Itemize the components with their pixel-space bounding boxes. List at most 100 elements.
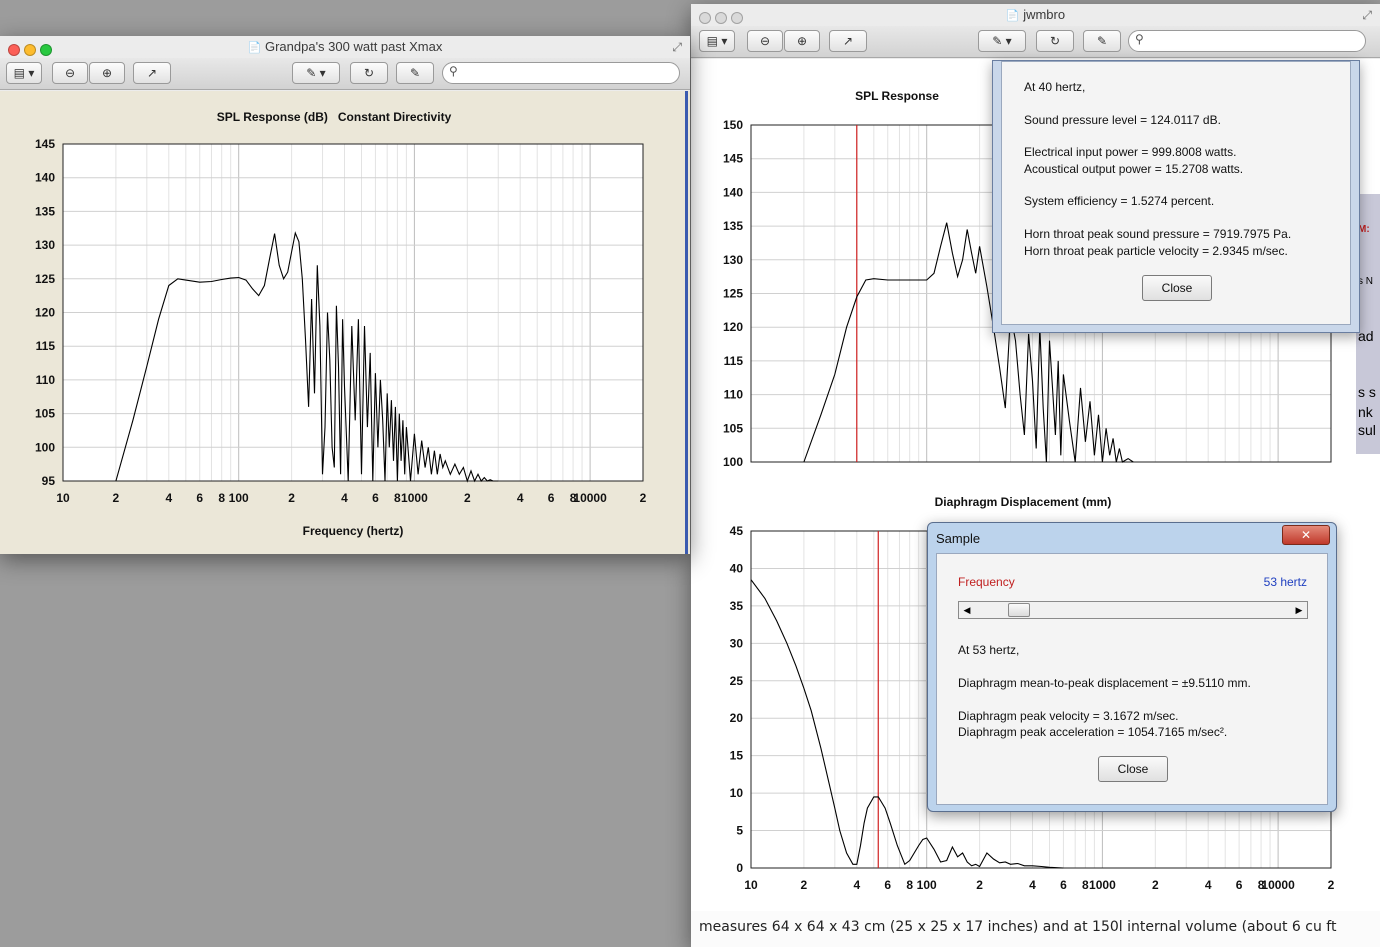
x-tick-label: 6 <box>1060 878 1067 892</box>
spl-line-input-power: Electrical input power = 999.8008 watts. <box>1024 145 1237 159</box>
left-chart-svg: 1451401351301251201151101051009510 2 4 6 8 10… <box>35 110 647 538</box>
spl-line-frequency: At 40 hertz, <box>1024 80 1086 94</box>
spl-results-dialog: At 40 hertz, Sound pressure level = 124.… <box>992 60 1360 333</box>
fragment-label-3: ad <box>1358 328 1374 344</box>
y-tick-label: 135 <box>35 204 55 218</box>
sidebar-button[interactable]: ▤ ▾ <box>6 62 42 84</box>
zoom-in-button[interactable]: ⊕ <box>784 30 820 52</box>
x-tick-label: 4 <box>341 491 348 505</box>
fragment-label-6: sul <box>1358 422 1376 438</box>
zoom-window-button[interactable] <box>40 44 52 56</box>
y-tick-label: 45 <box>730 524 744 538</box>
y-tick-label: 140 <box>35 171 55 185</box>
footer-text: measures 64 x 64 x 43 cm (25 x 25 x 17 i… <box>691 911 1380 947</box>
magnifier-icon: ⚲ <box>1135 32 1144 46</box>
zoom-out-icon: ⊖ <box>64 66 76 80</box>
y-tick-label: 150 <box>723 118 743 132</box>
y-tick-label: 95 <box>42 474 56 488</box>
sample-line-frequency: At 53 hertz, <box>958 643 1020 657</box>
y-tick-label: 5 <box>736 824 743 838</box>
slider-right-arrow[interactable]: ▶ <box>1291 602 1307 618</box>
zoom-in-icon: ⊕ <box>101 66 113 80</box>
right-window-titlebar: 📄 jwmbro ⤢ <box>691 4 1380 26</box>
x-tick-label: 8 <box>394 491 401 505</box>
y-tick-label: 20 <box>730 711 744 725</box>
x-tick-label: 2 <box>288 491 295 505</box>
x-tick-label: 8 <box>218 491 225 505</box>
frequency-value: 53 hertz <box>1263 575 1307 589</box>
x-tick-label: 1000 <box>401 491 428 505</box>
rotate-button[interactable]: ↻ <box>1036 30 1074 52</box>
zoom-window-button[interactable] <box>731 12 743 24</box>
y-tick-label: 120 <box>723 320 743 334</box>
spl-line-efficiency: System efficiency = 1.5274 percent. <box>1024 194 1215 208</box>
x-tick-label: 2 <box>640 491 647 505</box>
x-tick-label: 6 <box>884 878 891 892</box>
close-x-icon: ✕ <box>1300 528 1312 542</box>
y-tick-label: 30 <box>730 636 744 650</box>
window-title: jwmbro <box>1023 7 1066 22</box>
x-tick-label: 4 <box>517 491 524 505</box>
fullscreen-icon[interactable]: ⤢ <box>672 36 682 58</box>
share-button[interactable]: ↗ <box>829 30 867 52</box>
y-tick-label: 110 <box>724 388 744 402</box>
frequency-slider[interactable]: ◀ ▶ <box>958 601 1308 619</box>
x-tick-label: 4 <box>1029 878 1036 892</box>
edit-button[interactable]: ✎ <box>1083 30 1121 52</box>
sample-line-velocity: Diaphragm peak velocity = 3.1672 m/sec. <box>958 709 1179 723</box>
spl-close-button[interactable]: Close <box>1142 275 1212 301</box>
search-field[interactable]: ⚲ <box>442 62 680 84</box>
y-tick-label: 10 <box>730 786 744 800</box>
y-tick-label: 145 <box>35 137 55 151</box>
sidebar-icon: ▤ ▾ <box>13 66 35 80</box>
fullscreen-icon[interactable]: ⤢ <box>1362 4 1372 26</box>
minimize-window-button[interactable] <box>715 12 727 24</box>
zoom-in-icon: ⊕ <box>796 34 808 48</box>
annotate-button[interactable]: ✎ ▾ <box>978 30 1026 52</box>
spl-dialog-body: At 40 hertz, Sound pressure level = 124.… <box>1001 61 1351 325</box>
scroll-edge[interactable] <box>685 91 688 554</box>
edit-button[interactable]: ✎ <box>396 62 434 84</box>
rotate-icon: ↻ <box>363 66 375 80</box>
y-tick-label: 15 <box>730 749 744 763</box>
y-tick-label: 130 <box>35 238 55 252</box>
y-tick-label: 100 <box>723 455 743 469</box>
zoom-out-button[interactable]: ⊖ <box>52 62 88 84</box>
slider-thumb[interactable] <box>1007 603 1030 617</box>
zoom-out-icon: ⊖ <box>759 34 771 48</box>
annotate-button[interactable]: ✎ ▾ <box>292 62 340 84</box>
sample-dialog-close-button[interactable]: ✕ <box>1282 525 1330 545</box>
document-icon: 📄 <box>247 42 262 54</box>
rotate-button[interactable]: ↻ <box>350 62 388 84</box>
chart-title: SPL Response <box>855 89 939 103</box>
zoom-in-button[interactable]: ⊕ <box>89 62 125 84</box>
x-tick-label: 4 <box>853 878 860 892</box>
x-tick-label: 6 <box>548 491 555 505</box>
slider-left-arrow[interactable]: ◀ <box>959 602 975 618</box>
x-tick-label: 1000 <box>1089 878 1116 892</box>
sample-line-displacement: Diaphragm mean-to-peak displacement = ±9… <box>958 676 1251 690</box>
share-button[interactable]: ↗ <box>133 62 171 84</box>
edit-icon: ✎ <box>1096 34 1108 48</box>
close-window-button[interactable] <box>699 12 711 24</box>
share-icon: ↗ <box>842 34 854 48</box>
y-tick-label: 145 <box>723 152 743 166</box>
close-window-button[interactable] <box>8 44 20 56</box>
right-toolbar: ▤ ▾ ⊖ ⊕ ↗ ✎ ▾ ↻ ✎ ⚲ <box>691 26 1380 58</box>
x-tick-label: 4 <box>165 491 172 505</box>
x-tick-label: 6 <box>196 491 203 505</box>
y-tick-label: 135 <box>723 219 743 233</box>
x-tick-label: 2 <box>801 878 808 892</box>
minimize-window-button[interactable] <box>24 44 36 56</box>
annotate-icon: ✎ ▾ <box>306 66 326 80</box>
search-field[interactable]: ⚲ <box>1128 30 1366 52</box>
y-tick-label: 35 <box>730 599 744 613</box>
sample-close-button[interactable]: Close <box>1098 756 1168 782</box>
y-tick-label: 125 <box>723 287 743 301</box>
sidebar-button[interactable]: ▤ ▾ <box>699 30 735 52</box>
rotate-icon: ↻ <box>1049 34 1061 48</box>
spl-line-throat-velocity: Horn throat peak particle velocity = 2.9… <box>1024 244 1288 258</box>
zoom-out-button[interactable]: ⊖ <box>747 30 783 52</box>
y-tick-label: 115 <box>36 339 56 353</box>
x-tick-label: 2 <box>113 491 120 505</box>
